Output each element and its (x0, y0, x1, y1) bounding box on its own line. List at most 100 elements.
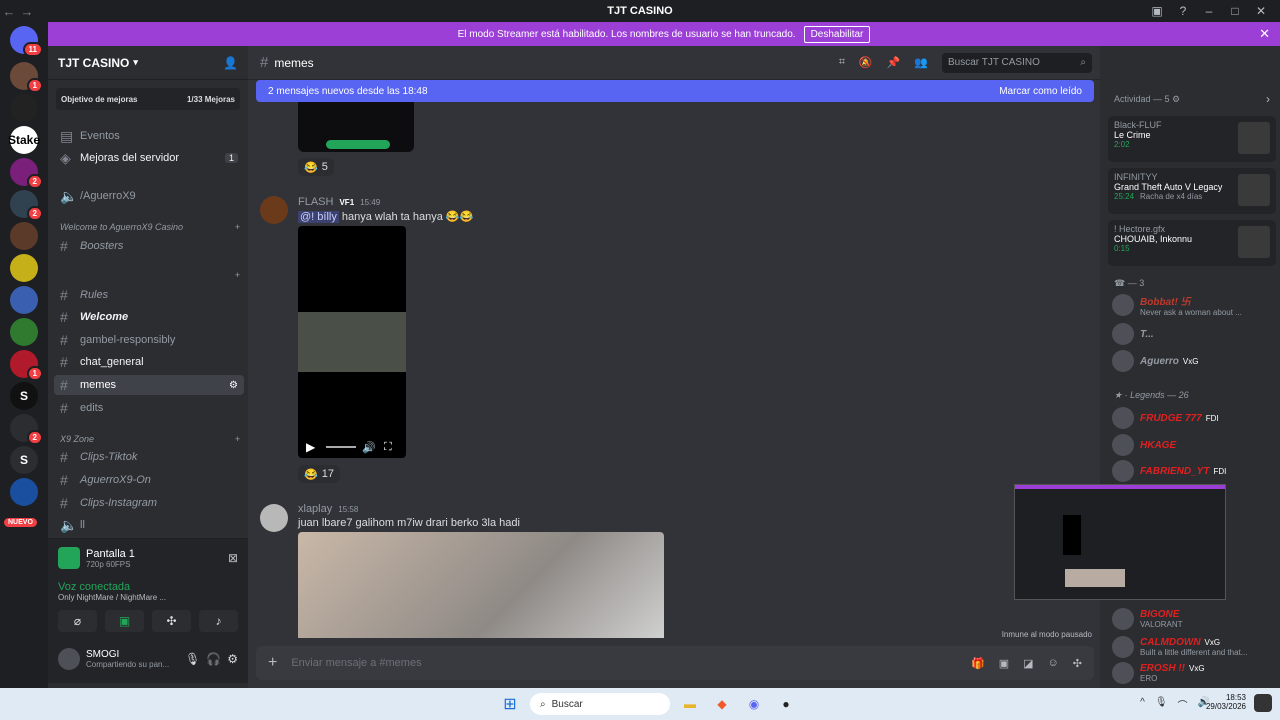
boost-goal[interactable]: Objetivo de mejoras 1/33 Mejoras (56, 88, 240, 110)
apps-icon[interactable]: ✣ (1073, 657, 1082, 670)
channel-edits[interactable]: # edits (54, 398, 244, 418)
category-welcome[interactable]: Welcome to AguerroX9 Casino + (60, 222, 240, 232)
server-icon[interactable]: 2 (10, 158, 43, 189)
sticker-icon[interactable]: ◪ (1023, 657, 1033, 670)
file-explorer-icon[interactable]: ▬ (678, 692, 702, 716)
message-image-partial[interactable] (298, 102, 414, 152)
member-item[interactable]: CALMDOWN VxG Built a little different and … (1112, 636, 1276, 658)
message-author[interactable]: FLASH (298, 196, 333, 208)
reaction[interactable]: 😂 5 (298, 158, 334, 176)
voice-channel-aguerrox9[interactable]: 🔈/AguerroX9 (54, 186, 244, 206)
channel-welcome[interactable]: # Welcome (54, 307, 244, 327)
microphone-icon[interactable]: 🎙 (185, 652, 200, 666)
emoji-icon[interactable]: ☺ (1048, 657, 1059, 670)
channel-aguerrox9-on[interactable]: # AguerroX9-On (54, 470, 244, 490)
server-icon[interactable]: 2 (10, 190, 43, 221)
activity-card[interactable]: INFINITYY Grand Theft Auto V Legacy 25:24 R… (1108, 168, 1276, 214)
help-icon[interactable]: ? (1170, 3, 1196, 19)
server-icon[interactable] (10, 318, 38, 346)
forward-arrow-icon[interactable]: → (18, 4, 36, 19)
volume-icon[interactable]: 🔊 (362, 441, 376, 454)
wifi-icon[interactable]: ⌒ (1178, 697, 1188, 712)
inbox-icon[interactable]: ▣ (1144, 3, 1170, 19)
threads-icon[interactable]: ⌗ (839, 56, 845, 69)
activity-card[interactable]: Black-FLUF Le Crime 2:02 (1108, 116, 1276, 162)
server-icon[interactable]: 1 (10, 350, 43, 381)
channel-clips-instagram[interactable]: # Clips-Instagram (54, 493, 244, 513)
windows-start-icon[interactable]: ⊞ (498, 692, 522, 716)
avatar[interactable] (260, 504, 288, 532)
brave-icon[interactable]: ◆ (710, 692, 734, 716)
mark-read-button[interactable]: Marcar como leído (999, 86, 1082, 97)
video-player[interactable]: ▶ 🔊 ⛶ (298, 226, 406, 458)
stop-stream-icon[interactable]: ⊠ (228, 551, 238, 565)
add-channel-icon[interactable]: + (235, 270, 240, 280)
channel-rules[interactable]: # Rules (54, 285, 244, 305)
app-icon[interactable]: ● (774, 692, 798, 716)
server-icon[interactable] (10, 254, 38, 282)
add-channel-icon[interactable]: + (235, 434, 240, 444)
server-icon[interactable]: 2 (10, 414, 43, 445)
mention[interactable]: @! bílly (298, 211, 339, 223)
channel-gambel-responsibly[interactable]: # gambel-responsibly (54, 330, 244, 350)
server-icon[interactable] (10, 94, 38, 122)
chevron-right-icon[interactable]: › (1266, 92, 1270, 106)
minimize-button[interactable]: – (1196, 3, 1222, 19)
message-image[interactable] (298, 532, 664, 638)
message-input[interactable]: + Enviar mensaje a #memes 🎁 ▣ ◪ ☺ ✣ (256, 646, 1094, 680)
notification-icon[interactable] (1254, 694, 1272, 712)
new-messages-bar[interactable]: 2 mensajes nuevos desde las 18:48 Marcar… (256, 80, 1094, 102)
gif-icon[interactable]: ▣ (999, 657, 1009, 670)
add-attachment-icon[interactable]: + (268, 654, 277, 672)
server-icon[interactable] (10, 478, 38, 506)
headphones-icon[interactable]: 🎧 (206, 652, 221, 666)
clock[interactable]: 18:53 29/03/2026 (1206, 693, 1246, 711)
soundboard-button[interactable]: ♪ (199, 610, 238, 632)
play-icon[interactable]: ▶ (306, 440, 315, 454)
sidebar-item-server-boosts[interactable]: ◈ Mejoras del servidor 1 (54, 148, 244, 168)
member-item[interactable]: Bobbat! 卐 Never ask a woman about ... (1112, 294, 1276, 317)
member-item[interactable]: BIGONE VALORANT (1112, 608, 1276, 630)
discord-icon[interactable]: ◉ (742, 692, 766, 716)
server-icon[interactable] (10, 286, 38, 314)
activity-card[interactable]: ! Hectore.gfx CHOUAIB, Inkonnu 0:15 (1108, 220, 1276, 266)
members-icon[interactable]: 👥 (914, 56, 928, 69)
progress-bar[interactable] (326, 446, 356, 448)
maximize-button[interactable]: □ (1222, 3, 1248, 19)
settings-icon[interactable]: ⚙ (229, 380, 238, 391)
member-item[interactable]: EROSH !! VxG ERO (1112, 662, 1276, 684)
avatar[interactable] (260, 196, 288, 224)
member-item[interactable]: T... (1112, 323, 1276, 345)
server-icon[interactable]: S (10, 382, 38, 410)
server-header[interactable]: TJT CASINO ▾ 👤 (48, 46, 248, 80)
channel-boosters[interactable]: # Boosters (54, 236, 244, 256)
server-icon[interactable] (10, 222, 38, 250)
disable-streamer-button[interactable]: Deshabilitar (803, 25, 871, 43)
add-channel-icon[interactable]: + (235, 222, 240, 232)
channel-memes[interactable]: # memes ⚙ (54, 375, 244, 395)
category-unnamed[interactable]: + (60, 270, 240, 280)
server-icon[interactable]: 1 (10, 62, 43, 93)
close-icon[interactable]: ✕ (1259, 26, 1270, 42)
channel-chat-general[interactable]: # chat_general (54, 352, 244, 372)
camera-off-button[interactable]: ⌀ (58, 610, 97, 632)
stream-preview[interactable] (1014, 484, 1226, 600)
screen-share-button[interactable]: ▣ (105, 610, 144, 632)
gear-icon[interactable]: ⚙ (227, 652, 238, 666)
close-window-button[interactable]: ✕ (1248, 3, 1274, 19)
invite-icon[interactable]: 👤 (223, 56, 238, 70)
sidebar-item-events[interactable]: ▤ Eventos (54, 126, 244, 146)
reaction[interactable]: 😂 17 (298, 465, 340, 483)
microphone-icon[interactable]: 🎙 (1155, 697, 1168, 712)
voice-channel-ll[interactable]: 🔈 ll (54, 515, 244, 535)
fullscreen-icon[interactable]: ⛶ (384, 441, 392, 454)
avatar[interactable] (58, 648, 80, 670)
channel-clips-tiktok[interactable]: # Clips-Tiktok (54, 447, 244, 467)
back-arrow-icon[interactable]: ← (0, 4, 18, 19)
member-item[interactable]: FRUDGE 777 FDI (1112, 407, 1276, 429)
mute-icon[interactable]: 🔕 (859, 56, 873, 69)
member-item[interactable]: HKAGE (1112, 434, 1276, 456)
search-input[interactable]: Buscar TJT CASINO ⌕ (942, 52, 1092, 73)
taskbar-search[interactable]: ⌕ Buscar (530, 693, 670, 715)
message-author[interactable]: xlaplay (298, 503, 332, 515)
